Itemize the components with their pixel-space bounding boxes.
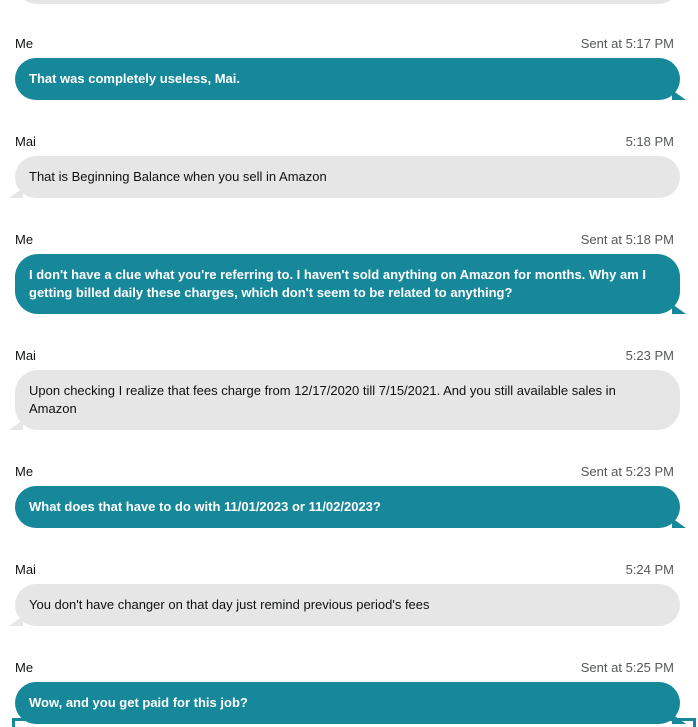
message-sender: Mai	[15, 134, 36, 149]
message-item: Me Sent at 5:23 PM What does that have t…	[0, 464, 698, 528]
message-text: You don't have changer on that day just …	[29, 597, 430, 612]
incoming-message-bubble: That is Beginning Balance when you sell …	[9, 156, 680, 198]
message-sender: Me	[15, 232, 34, 247]
message-meta: Mai 5:24 PM	[0, 562, 698, 578]
previous-message-bubble	[15, 0, 680, 4]
message-text: Upon checking I realize that fees charge…	[29, 383, 616, 416]
message-item: Me Sent at 5:17 PM That was completely u…	[0, 36, 698, 100]
message-item: Mai 5:23 PM Upon checking I realize that…	[0, 348, 698, 430]
message-item: Mai 5:18 PM That is Beginning Balance wh…	[0, 134, 698, 198]
message-input-border[interactable]	[12, 718, 696, 727]
message-timestamp: Sent at 5:23 PM	[580, 464, 674, 479]
message-timestamp: Sent at 5:18 PM	[580, 232, 674, 247]
message-meta: Mai 5:23 PM	[0, 348, 698, 364]
message-timestamp: Sent at 5:17 PM	[580, 36, 674, 51]
message-item: Me Sent at 5:18 PM I don't have a clue w…	[0, 232, 698, 314]
message-text: That is Beginning Balance when you sell …	[29, 169, 327, 184]
message-text: Wow, and you get paid for this job?	[29, 695, 248, 710]
outgoing-message-bubble: That was completely useless, Mai.	[15, 58, 686, 100]
message-meta: Me Sent at 5:18 PM	[0, 232, 698, 248]
message-text: What does that have to do with 11/01/202…	[29, 499, 381, 514]
message-text: I don't have a clue what you're referrin…	[29, 267, 646, 300]
outgoing-message-bubble: I don't have a clue what you're referrin…	[15, 254, 686, 314]
message-meta: Me Sent at 5:25 PM	[0, 660, 698, 676]
incoming-message-bubble: You don't have changer on that day just …	[9, 584, 680, 626]
message-timestamp: 5:18 PM	[625, 134, 674, 149]
message-sender: Me	[15, 36, 34, 51]
message-timestamp: 5:23 PM	[625, 348, 674, 363]
outgoing-message-bubble: What does that have to do with 11/01/202…	[15, 486, 686, 528]
message-timestamp: Sent at 5:25 PM	[580, 660, 674, 675]
chat-transcript: Me Sent at 5:17 PM That was completely u…	[0, 0, 698, 727]
incoming-message-bubble: Upon checking I realize that fees charge…	[9, 370, 680, 430]
message-text: That was completely useless, Mai.	[29, 71, 240, 86]
message-meta: Me Sent at 5:17 PM	[0, 36, 698, 52]
message-meta: Mai 5:18 PM	[0, 134, 698, 150]
message-item: Mai 5:24 PM You don't have changer on th…	[0, 562, 698, 626]
message-sender: Mai	[15, 562, 36, 577]
message-sender: Me	[15, 464, 34, 479]
message-timestamp: 5:24 PM	[625, 562, 674, 577]
message-item: Me Sent at 5:25 PM Wow, and you get paid…	[0, 660, 698, 724]
message-meta: Me Sent at 5:23 PM	[0, 464, 698, 480]
message-sender: Me	[15, 660, 34, 675]
message-sender: Mai	[15, 348, 36, 363]
